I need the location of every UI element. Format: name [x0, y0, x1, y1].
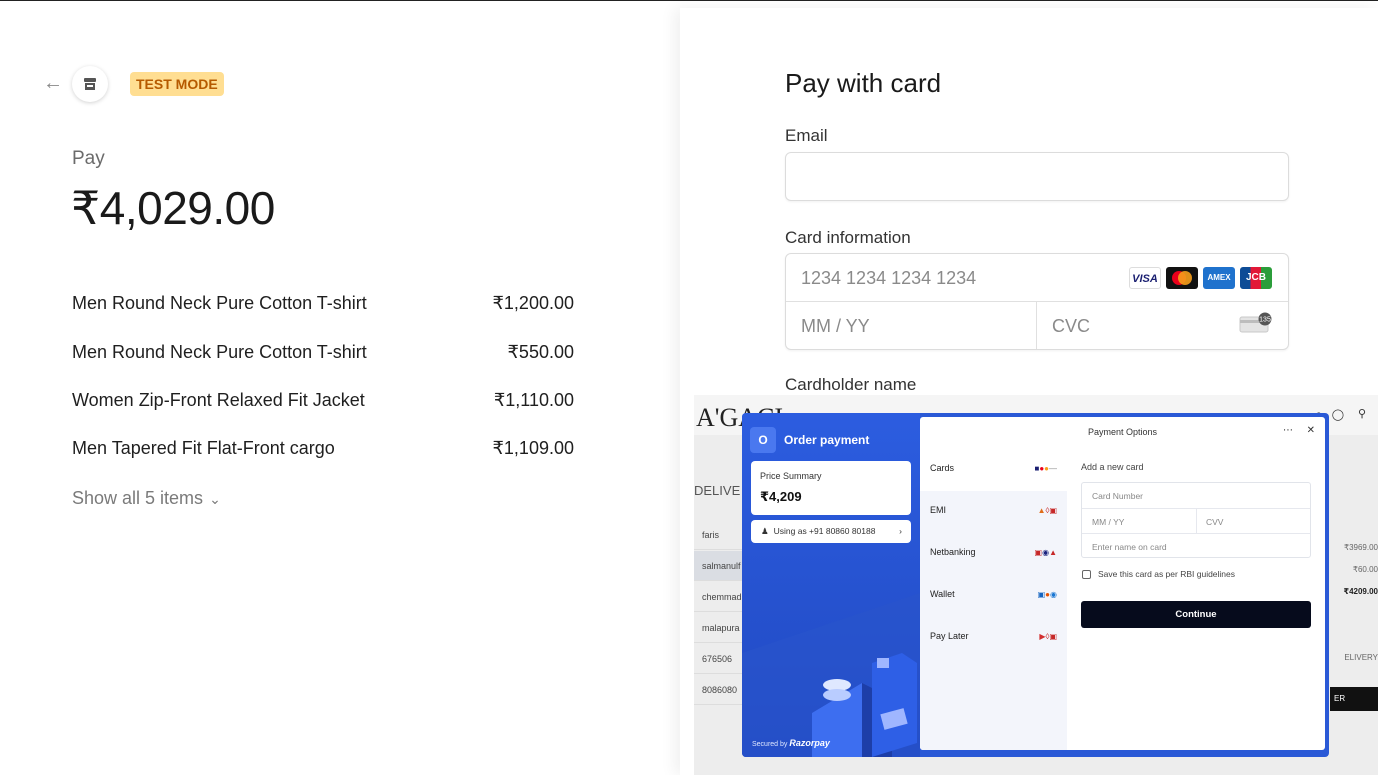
card-network-icons: ■●●—: [1034, 464, 1057, 473]
cart-icon[interactable]: ⚲: [1358, 407, 1366, 420]
more-options-icon[interactable]: ⋯: [1283, 425, 1293, 436]
razorpay-logo: Razorpay: [789, 738, 830, 748]
card-divider: [786, 301, 1288, 302]
using-as-label: Using as +91 80860 80188: [773, 526, 876, 536]
payment-options-panel: Payment Options ⋯ ✕ Cards ■●●— EMI ▲◊▣ N…: [920, 417, 1325, 750]
payment-method-netbanking[interactable]: Netbanking ▣◉▲: [920, 533, 1067, 575]
card-number-input[interactable]: 1234 1234 1234 1234: [801, 268, 976, 289]
show-all-items-link[interactable]: Show all 5 items ⌄: [72, 488, 221, 509]
chevron-down-icon: ⌄: [209, 491, 221, 507]
email-label: Email: [785, 126, 828, 145]
line-item-name: Men Round Neck Pure Cotton T-shirt: [72, 293, 367, 313]
cvv-field[interactable]: CVV: [1206, 517, 1223, 527]
user-icon[interactable]: ◯: [1332, 408, 1344, 421]
bg-amount: ₹60.00: [1352, 565, 1378, 574]
order-summary-panel: ← TEST MODE Pay ₹4,029.00 Men Round Neck…: [0, 1, 680, 775]
line-item-name: Men Round Neck Pure Cotton T-shirt: [72, 342, 367, 362]
payment-method-label: Wallet: [930, 589, 955, 599]
expiry-input[interactable]: MM / YY: [801, 316, 870, 337]
bg-delivery-right: ELIVERY: [1344, 653, 1378, 662]
card-number-field[interactable]: Card Number: [1092, 491, 1143, 501]
payment-method-cards[interactable]: Cards ■●●—: [920, 449, 1067, 491]
card-info-field: 1234 1234 1234 1234 VISA AMEX JCB MM / Y…: [785, 253, 1289, 350]
bank-icons: ▲◊▣: [1037, 506, 1057, 515]
bg-delivery-heading: DELIVE: [694, 483, 741, 498]
using-as-button[interactable]: ♟ Using as +91 80860 80188 ›: [751, 520, 911, 543]
divider: [1196, 508, 1197, 533]
visa-icon: VISA: [1129, 267, 1161, 289]
wallet-icons: ▣●◉: [1037, 590, 1057, 599]
jcb-icon: JCB: [1240, 267, 1272, 289]
merchant-badge: O: [750, 427, 776, 453]
close-icon[interactable]: ✕: [1307, 425, 1315, 436]
payment-method-pay-later[interactable]: Pay Later ▶◊▣: [920, 617, 1067, 659]
bg-amount: ₹4209.00: [1343, 587, 1378, 596]
total-amount: ₹4,029.00: [71, 182, 275, 234]
chevron-right-icon: ›: [899, 526, 902, 536]
secured-by-label: Secured by: [752, 741, 788, 748]
line-item-price: ₹1,200.00: [492, 293, 574, 313]
add-new-card-label: Add a new card: [1081, 462, 1144, 472]
line-item-name: Men Tapered Fit Flat-Front cargo: [72, 438, 335, 458]
bank-icons: ▣◉▲: [1034, 548, 1057, 557]
payment-options-title: Payment Options: [1087, 427, 1158, 437]
line-item-price: ₹550.00: [507, 342, 574, 362]
bg-address-row: 8086080: [694, 675, 742, 705]
checkout-overlay-screenshot: A'GACI ○ ◯ ⚲ DELIVE faris salmanulf chem…: [694, 395, 1378, 775]
card-info-label: Card information: [785, 228, 911, 247]
cardholder-label: Cardholder name: [785, 375, 917, 394]
amex-icon: AMEX: [1203, 267, 1235, 289]
mastercard-icon: [1166, 267, 1198, 289]
bg-address-row: malapura: [694, 613, 742, 643]
email-field[interactable]: [785, 152, 1289, 201]
payment-method-list: Cards ■●●— EMI ▲◊▣ Netbanking ▣◉▲ Wallet…: [920, 449, 1067, 750]
payment-method-label: Netbanking: [930, 547, 976, 557]
payment-method-label: EMI: [930, 505, 947, 515]
save-card-label: Save this card as per RBI guidelines: [1098, 569, 1236, 579]
bg-order-button: ER: [1330, 687, 1378, 711]
continue-button[interactable]: Continue: [1081, 601, 1311, 628]
cvc-input[interactable]: CVC: [1052, 316, 1090, 337]
razorpay-modal: O Order payment Price Summary ₹4,209 ♟ Us…: [742, 413, 1329, 757]
save-card-checkbox[interactable]: [1082, 570, 1091, 579]
payment-method-emi[interactable]: EMI ▲◊▣: [920, 491, 1067, 533]
bg-address-row: salmanulf: [694, 551, 742, 581]
bg-address-row: chemmad: [694, 582, 742, 612]
show-all-label: Show all 5 items: [72, 488, 204, 508]
divider: [1082, 533, 1310, 534]
line-item-price: ₹1,109.00: [492, 438, 574, 458]
name-on-card-field[interactable]: Enter name on card: [1092, 542, 1167, 552]
test-mode-badge: TEST MODE: [130, 72, 224, 96]
payment-method-label: Pay Later: [930, 631, 969, 641]
expiry-field[interactable]: MM / YY: [1092, 517, 1124, 527]
razorpay-title: Order payment: [784, 433, 870, 447]
bg-amount: ₹3969.00: [1343, 543, 1378, 552]
user-icon: ♟: [761, 526, 769, 536]
pay-later-icons: ▶◊▣: [1039, 632, 1057, 641]
price-summary-card: Price Summary ₹4,209: [751, 461, 911, 515]
razorpay-sidebar: O Order payment Price Summary ₹4,209 ♟ Us…: [742, 413, 920, 757]
line-item-price: ₹1,110.00: [493, 390, 574, 410]
store-icon: [72, 66, 108, 102]
price-summary-label: Price Summary: [760, 471, 822, 481]
payment-method-label: Cards: [930, 463, 955, 473]
secured-by: Secured by Razorpay: [752, 738, 830, 748]
new-card-form: Card Number MM / YY CVV Enter name on ca…: [1081, 482, 1311, 558]
pay-label: Pay: [72, 148, 105, 169]
price-summary-value: ₹4,209: [760, 489, 802, 504]
bg-address-row: 676506: [694, 644, 742, 674]
form-title: Pay with card: [785, 68, 942, 98]
cvc-badge-text: 135: [1259, 317, 1271, 324]
back-arrow-icon[interactable]: ←: [43, 72, 63, 94]
line-item-name: Women Zip-Front Relaxed Fit Jacket: [72, 390, 365, 410]
payment-method-wallet[interactable]: Wallet ▣●◉: [920, 575, 1067, 617]
bg-address-row: faris: [694, 520, 742, 550]
card-divider: [1036, 301, 1037, 349]
cvc-card-icon: 135: [1239, 312, 1273, 339]
